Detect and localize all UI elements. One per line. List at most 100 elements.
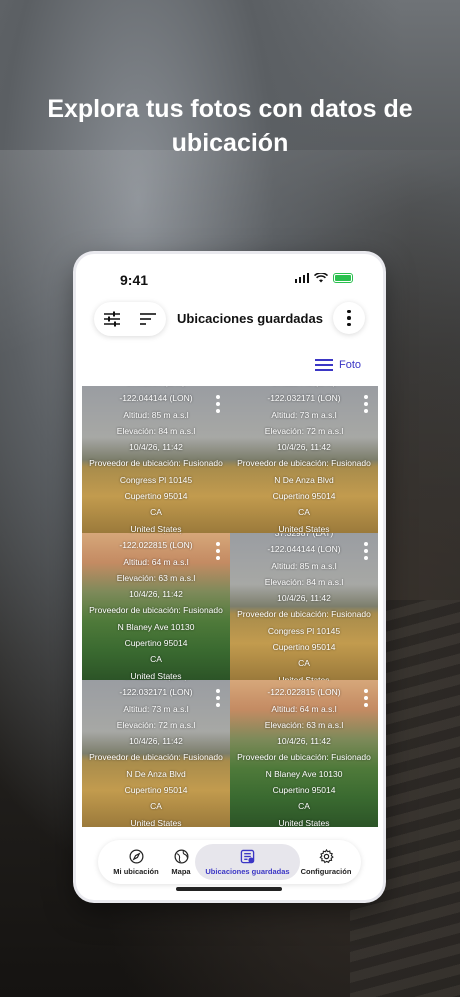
signal-icon bbox=[294, 273, 309, 283]
location-detail-line: -122.032171 (LON) bbox=[119, 687, 193, 698]
location-detail-line: Cupertino 95014 bbox=[124, 638, 188, 649]
location-detail-line: Elevación: 63 m a.s.l bbox=[264, 719, 344, 730]
location-detail-line: Cupertino 95014 bbox=[272, 785, 336, 796]
card-more-icon[interactable] bbox=[216, 689, 220, 707]
more-options-button[interactable] bbox=[333, 302, 365, 334]
location-detail-line: CA bbox=[150, 801, 162, 812]
photo-view-toggle[interactable]: Foto bbox=[314, 359, 361, 371]
location-detail-line: United States bbox=[278, 674, 330, 680]
nav-label: Mi ubicación bbox=[113, 867, 159, 876]
location-detail-line: Altitud: 64 m a.s.l bbox=[271, 703, 337, 714]
filter-sort-group bbox=[94, 302, 166, 336]
location-detail-line: Congress Pl 10145 bbox=[119, 474, 193, 485]
nav-label: Configuración bbox=[300, 867, 352, 876]
saved-locations-grid: 37.32987 (LAT) -122.044144 (LON) Altitud: … bbox=[82, 386, 378, 829]
photo-toggle-label: Foto bbox=[338, 359, 361, 371]
location-details: 37.329440 (LAT)-122.032171 (LON)Altitud:… bbox=[82, 680, 230, 827]
globe-icon bbox=[173, 848, 189, 864]
headline: Explora tus fotos con datos de ubicación bbox=[47, 95, 413, 157]
location-detail-line: Elevación: 84 m a.s.l bbox=[116, 425, 196, 436]
location-detail-line: Altitud: 85 m a.s.l bbox=[271, 560, 337, 571]
page-title: Ubicaciones guardadas bbox=[177, 311, 323, 326]
location-detail-line: Proveedor de ubicación: Fusionado bbox=[89, 752, 223, 763]
sort-icon[interactable] bbox=[136, 307, 160, 331]
location-detail-line: 10/4/26, 11:42 bbox=[129, 442, 183, 453]
location-detail-line: -122.044144 (LON) bbox=[267, 544, 341, 555]
location-detail-line: CA bbox=[298, 658, 310, 669]
location-card[interactable]: 37.32987 (LAT) -122.044144 (LON) Altitud: … bbox=[230, 533, 378, 680]
location-detail-line: -122.032171 (LON) bbox=[267, 393, 341, 404]
location-detail-line: CA bbox=[298, 801, 310, 812]
location-detail-line: Altitud: 64 m a.s.l bbox=[123, 556, 189, 567]
nav-item-configuracion[interactable]: Configuración bbox=[296, 844, 356, 880]
location-detail-line: Proveedor de ubicación: Fusionado bbox=[237, 609, 371, 620]
home-indicator bbox=[176, 887, 282, 891]
location-detail-line: United States bbox=[130, 670, 182, 680]
list-icon bbox=[314, 359, 333, 371]
status-bar: 9:41 bbox=[76, 254, 383, 298]
location-detail-line: Congress Pl 10145 bbox=[267, 625, 341, 636]
battery-icon bbox=[333, 273, 353, 283]
card-more-icon[interactable] bbox=[216, 395, 220, 413]
location-detail-line: Elevación: 72 m a.s.l bbox=[116, 719, 196, 730]
card-more-icon[interactable] bbox=[364, 689, 368, 707]
wifi-icon bbox=[314, 273, 328, 283]
location-detail-line: United States bbox=[130, 523, 182, 533]
card-more-icon[interactable] bbox=[364, 542, 368, 560]
location-card[interactable]: 37.3352 (LAT)-122.022815 (LON)Altitud: 6… bbox=[230, 680, 378, 827]
card-more-icon[interactable] bbox=[216, 542, 220, 560]
location-details: 37.3352 (LAT)-122.022815 (LON)Altitud: 6… bbox=[230, 680, 378, 827]
location-detail-line: -122.022815 (LON) bbox=[119, 540, 193, 551]
location-detail-line: -122.022815 (LON) bbox=[267, 687, 341, 698]
nav-item-mi-ubicacion[interactable]: Mi ubicación bbox=[106, 844, 166, 880]
location-detail-line: 10/4/26, 11:42 bbox=[129, 589, 183, 600]
phone-frame: 9:41 Ubicaciones guardadas Foto 37.32987… bbox=[76, 254, 383, 900]
location-detail-line: Proveedor de ubicación: Fusionado bbox=[237, 458, 371, 469]
more-vertical-icon bbox=[347, 309, 351, 327]
location-detail-line: 10/4/26, 11:42 bbox=[277, 593, 331, 604]
nav-label: Ubicaciones guardadas bbox=[205, 867, 290, 876]
location-card[interactable]: 37.32987 (LAT)-122.044144 (LON)Altitud: … bbox=[82, 386, 230, 533]
nav-item-ubicaciones-guardadas[interactable]: Ubicaciones guardadas bbox=[195, 844, 300, 880]
location-detail-line: N Blaney Ave 10130 bbox=[117, 621, 195, 632]
top-bar: Ubicaciones guardadas bbox=[76, 302, 383, 338]
location-detail-line: United States bbox=[278, 817, 330, 827]
location-detail-line: N Blaney Ave 10130 bbox=[265, 768, 343, 779]
location-card[interactable]: 37.3352 (LAT)-122.022815 (LON)Altitud: 6… bbox=[82, 533, 230, 680]
location-detail-line: Cupertino 95014 bbox=[124, 785, 188, 796]
location-detail-line: Cupertino 95014 bbox=[272, 642, 336, 653]
nav-item-mapa[interactable]: Mapa bbox=[166, 844, 196, 880]
filter-sliders-icon[interactable] bbox=[100, 307, 124, 331]
location-detail-line: Elevación: 84 m a.s.l bbox=[264, 576, 344, 587]
location-detail-line: 10/4/26, 11:42 bbox=[277, 736, 331, 747]
location-detail-line: 37.32987 (LAT) bbox=[274, 533, 334, 538]
location-detail-line: United States bbox=[278, 523, 330, 533]
status-icons bbox=[294, 273, 353, 283]
location-detail-line: CA bbox=[150, 654, 162, 665]
location-detail-line: CA bbox=[150, 507, 162, 518]
location-detail-line: -122.044144 (LON) bbox=[119, 393, 193, 404]
saved-locations-icon bbox=[240, 848, 256, 864]
location-detail-line: N De Anza Blvd bbox=[126, 768, 186, 779]
compass-icon bbox=[128, 848, 144, 864]
location-card[interactable]: 37.329440 (LAT)-122.032171 (LON)Altitud:… bbox=[230, 386, 378, 533]
bottom-nav: Mi ubicación Mapa Ubicaciones guardadas Con… bbox=[98, 840, 361, 884]
gear-icon bbox=[318, 848, 334, 864]
location-details: 37.32987 (LAT) -122.044144 (LON) Altitud: … bbox=[230, 533, 378, 680]
location-detail-line: Altitud: 73 m a.s.l bbox=[271, 409, 337, 420]
location-detail-line: Altitud: 85 m a.s.l bbox=[123, 409, 189, 420]
card-more-icon[interactable] bbox=[364, 395, 368, 413]
status-time: 9:41 bbox=[120, 272, 149, 288]
nav-label: Mapa bbox=[171, 867, 191, 876]
location-details: 37.32987 (LAT)-122.044144 (LON)Altitud: … bbox=[82, 386, 230, 533]
location-details: 37.3352 (LAT)-122.022815 (LON)Altitud: 6… bbox=[82, 533, 230, 680]
location-detail-line: Elevación: 72 m a.s.l bbox=[264, 425, 344, 436]
location-detail-line: N De Anza Blvd bbox=[274, 474, 334, 485]
location-details: 37.329440 (LAT)-122.032171 (LON)Altitud:… bbox=[230, 386, 378, 533]
location-detail-line: United States bbox=[130, 817, 182, 827]
location-card[interactable]: 37.329440 (LAT)-122.032171 (LON)Altitud:… bbox=[82, 680, 230, 827]
location-detail-line: CA bbox=[298, 507, 310, 518]
location-detail-line: 10/4/26, 11:42 bbox=[277, 442, 331, 453]
location-detail-line: Elevación: 63 m a.s.l bbox=[116, 572, 196, 583]
location-detail-line: 10/4/26, 11:42 bbox=[129, 736, 183, 747]
